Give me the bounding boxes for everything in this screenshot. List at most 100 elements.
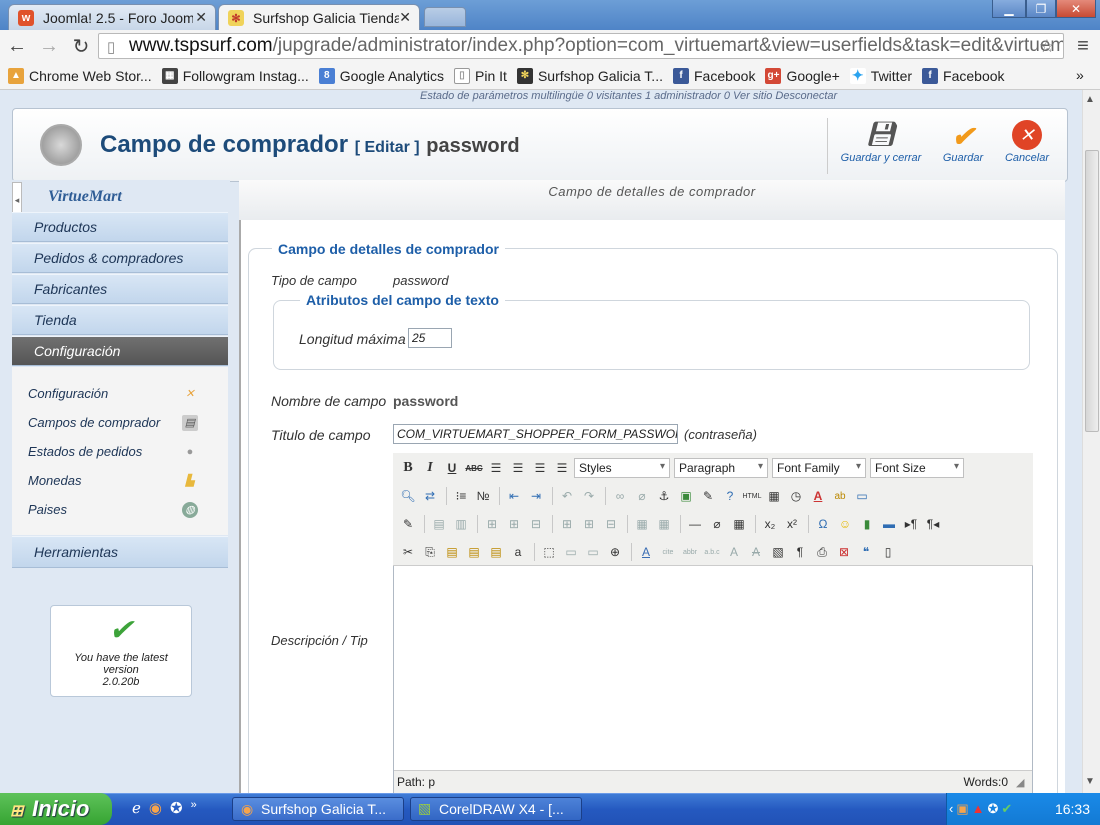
subnav-campos-de-comprador[interactable]: Campos de comprador ▤ — [12, 408, 228, 437]
longitud-maxima-input[interactable]: 25 — [408, 328, 452, 348]
date-icon[interactable]: ▦ — [764, 486, 784, 506]
resize-handle-icon[interactable]: ◢ — [1016, 776, 1024, 789]
visual-chars-icon[interactable]: ¶ — [790, 542, 810, 562]
insert-col-before-icon[interactable]: ⊞ — [557, 514, 577, 534]
bookmark-google-analytics[interactable]: 8 Google Analytics — [318, 67, 444, 84]
subnav-configuracion[interactable]: Configuración ✕ — [12, 379, 228, 408]
attributes-icon[interactable]: ▧ — [768, 542, 788, 562]
paste-icon[interactable]: ▤ — [442, 542, 462, 562]
align-left-icon[interactable]: ☰ — [486, 458, 506, 478]
strikethrough-icon[interactable]: ABC — [464, 458, 484, 478]
sidebar-item-fabricantes[interactable]: Fabricantes — [12, 274, 228, 304]
text-color-icon[interactable]: A — [808, 486, 828, 506]
security-icon[interactable]: ✔ — [1001, 801, 1012, 817]
paste-text-icon[interactable]: ▤ — [464, 542, 484, 562]
close-tab-icon[interactable]: ✕ — [195, 9, 207, 26]
close-tab-icon[interactable]: ✕ — [399, 9, 411, 26]
restore-icon[interactable]: ❐ — [1026, 0, 1056, 18]
special-char-icon[interactable]: Ω — [813, 514, 833, 534]
align-right-icon[interactable]: ☰ — [530, 458, 550, 478]
more-quick-launch-icon[interactable]: » — [191, 799, 197, 817]
ie-icon[interactable]: ℯ — [132, 799, 141, 817]
template-icon[interactable]: ▯ — [878, 542, 898, 562]
select-all-icon[interactable]: a — [508, 542, 528, 562]
absolute-icon[interactable]: ⊕ — [605, 542, 625, 562]
save-button[interactable]: ✔ Guardar — [930, 120, 996, 172]
cancel-button[interactable]: ✕ Cancelar — [994, 120, 1060, 172]
time-icon[interactable]: ◷ — [786, 486, 806, 506]
italic-icon[interactable]: I — [420, 458, 440, 478]
fullscreen-icon[interactable]: ▭ — [852, 486, 872, 506]
underline-icon[interactable]: U — [442, 458, 462, 478]
media-icon[interactable]: ▮ — [857, 514, 877, 534]
help-icon[interactable]: ? — [720, 486, 740, 506]
expand-tray-icon[interactable]: ‹ — [949, 801, 953, 817]
cut-icon[interactable]: ✂ — [398, 542, 418, 562]
start-button[interactable]: ⊞ Inicio — [0, 793, 112, 825]
taskbar-item-coreldraw[interactable]: ▧ CorelDRAW X4 - [... — [410, 797, 582, 821]
rtl-icon[interactable]: ¶◂ — [923, 514, 943, 534]
bookmark-twitter[interactable]: ✦ Twitter — [849, 67, 912, 84]
anchor-icon[interactable]: ⚓︎ — [654, 486, 674, 506]
bullet-list-icon[interactable]: ⁝≡ — [451, 486, 471, 506]
pagebreak-icon[interactable]: ⊠ — [834, 542, 854, 562]
chrome-icon[interactable]: ◉ — [149, 799, 162, 817]
sidebar-item-productos[interactable]: Productos — [12, 212, 228, 242]
subnav-estados-de-pedidos[interactable]: Estados de pedidos ● — [12, 437, 228, 466]
font-size-select[interactable]: Font Size — [870, 458, 964, 478]
table-row-icon[interactable]: ▤ — [429, 514, 449, 534]
delete-col-icon[interactable]: ⊟ — [601, 514, 621, 534]
menu-icon[interactable]: ≡ — [1072, 34, 1094, 58]
find-icon[interactable]: 🔍︎ — [398, 486, 418, 506]
del-icon[interactable]: A — [724, 542, 744, 562]
reload-icon[interactable]: ↻ — [70, 34, 92, 58]
highlight-color-icon[interactable]: ab — [830, 486, 850, 506]
bold-icon[interactable]: B — [398, 458, 418, 478]
unlink-icon[interactable]: ⌀ — [632, 486, 652, 506]
table-cell-icon[interactable]: ▥ — [451, 514, 471, 534]
subnav-paises[interactable]: Paises ◍ — [12, 495, 228, 524]
merge-cells-icon[interactable]: ▦ — [654, 514, 674, 534]
browser-tab-joomla-forum[interactable]: w Joomla! 2.5 - Foro Joom ✕ — [8, 4, 216, 30]
sidebar-item-configuracion[interactable]: Configuración — [12, 336, 228, 366]
font-family-select[interactable]: Font Family — [772, 458, 866, 478]
bookmark-pin-it[interactable]: ▯ Pin It — [454, 67, 507, 84]
bookmark-facebook-2[interactable]: f Facebook — [922, 67, 1005, 84]
bookmark-followgram[interactable]: ▦ Followgram Instag... — [161, 67, 309, 84]
sidebar-item-tienda[interactable]: Tienda — [12, 305, 228, 335]
pdf-icon[interactable]: ▲ — [972, 801, 985, 817]
align-justify-icon[interactable]: ☰ — [552, 458, 572, 478]
forward-arrow-icon[interactable]: → — [38, 34, 60, 58]
minimize-icon[interactable]: ▁ — [992, 0, 1026, 18]
acronym-icon[interactable]: a.b.c — [702, 542, 722, 562]
image-icon[interactable]: ▣ — [676, 486, 696, 506]
sidebar-item-herramientas[interactable]: Herramientas — [12, 536, 228, 568]
superscript-icon[interactable]: x² — [782, 514, 802, 534]
subscript-icon[interactable]: x₂ — [760, 514, 780, 534]
replace-icon[interactable]: ⇄ — [420, 486, 440, 506]
insert-layer-icon[interactable]: ⬚ — [539, 542, 559, 562]
subnav-monedas[interactable]: Monedas ▙ — [12, 466, 228, 495]
save-close-button[interactable]: 💾︎ Guardar y cerrar — [836, 120, 926, 172]
delete-row-icon[interactable]: ⊟ — [526, 514, 546, 534]
bookmark-facebook[interactable]: f Facebook — [672, 67, 755, 84]
split-cells-icon[interactable]: ▦ — [632, 514, 652, 534]
scroll-thumb[interactable] — [1085, 150, 1099, 432]
move-backward-icon[interactable]: ▭ — [583, 542, 603, 562]
titulo-campo-input[interactable]: COM_VIRTUEMART_SHOPPER_FORM_PASSWOR — [393, 424, 678, 444]
ins-icon[interactable]: A — [746, 542, 766, 562]
format-select[interactable]: Paragraph — [674, 458, 768, 478]
html-icon[interactable]: HTML — [742, 486, 762, 506]
indent-icon[interactable]: ⇥ — [526, 486, 546, 506]
close-window-icon[interactable]: ✕ — [1056, 0, 1096, 18]
insert-row-before-icon[interactable]: ⊞ — [482, 514, 502, 534]
bookmark-surfshop[interactable]: ✻ Surfshop Galicia T... — [516, 67, 663, 84]
sidebar-item-pedidos[interactable]: Pedidos & compradores — [12, 243, 228, 273]
undo-icon[interactable]: ↶ — [557, 486, 577, 506]
scroll-down-icon[interactable]: ▼ — [1085, 776, 1095, 787]
ltr-icon[interactable]: ▸¶ — [901, 514, 921, 534]
tab-detalles-comprador[interactable]: Campo de detalles de comprador — [239, 180, 1065, 220]
numbered-list-icon[interactable]: № — [473, 486, 493, 506]
hr-advanced-icon[interactable]: ▬ — [879, 514, 899, 534]
edit-css-icon[interactable]: ✎ — [398, 514, 418, 534]
